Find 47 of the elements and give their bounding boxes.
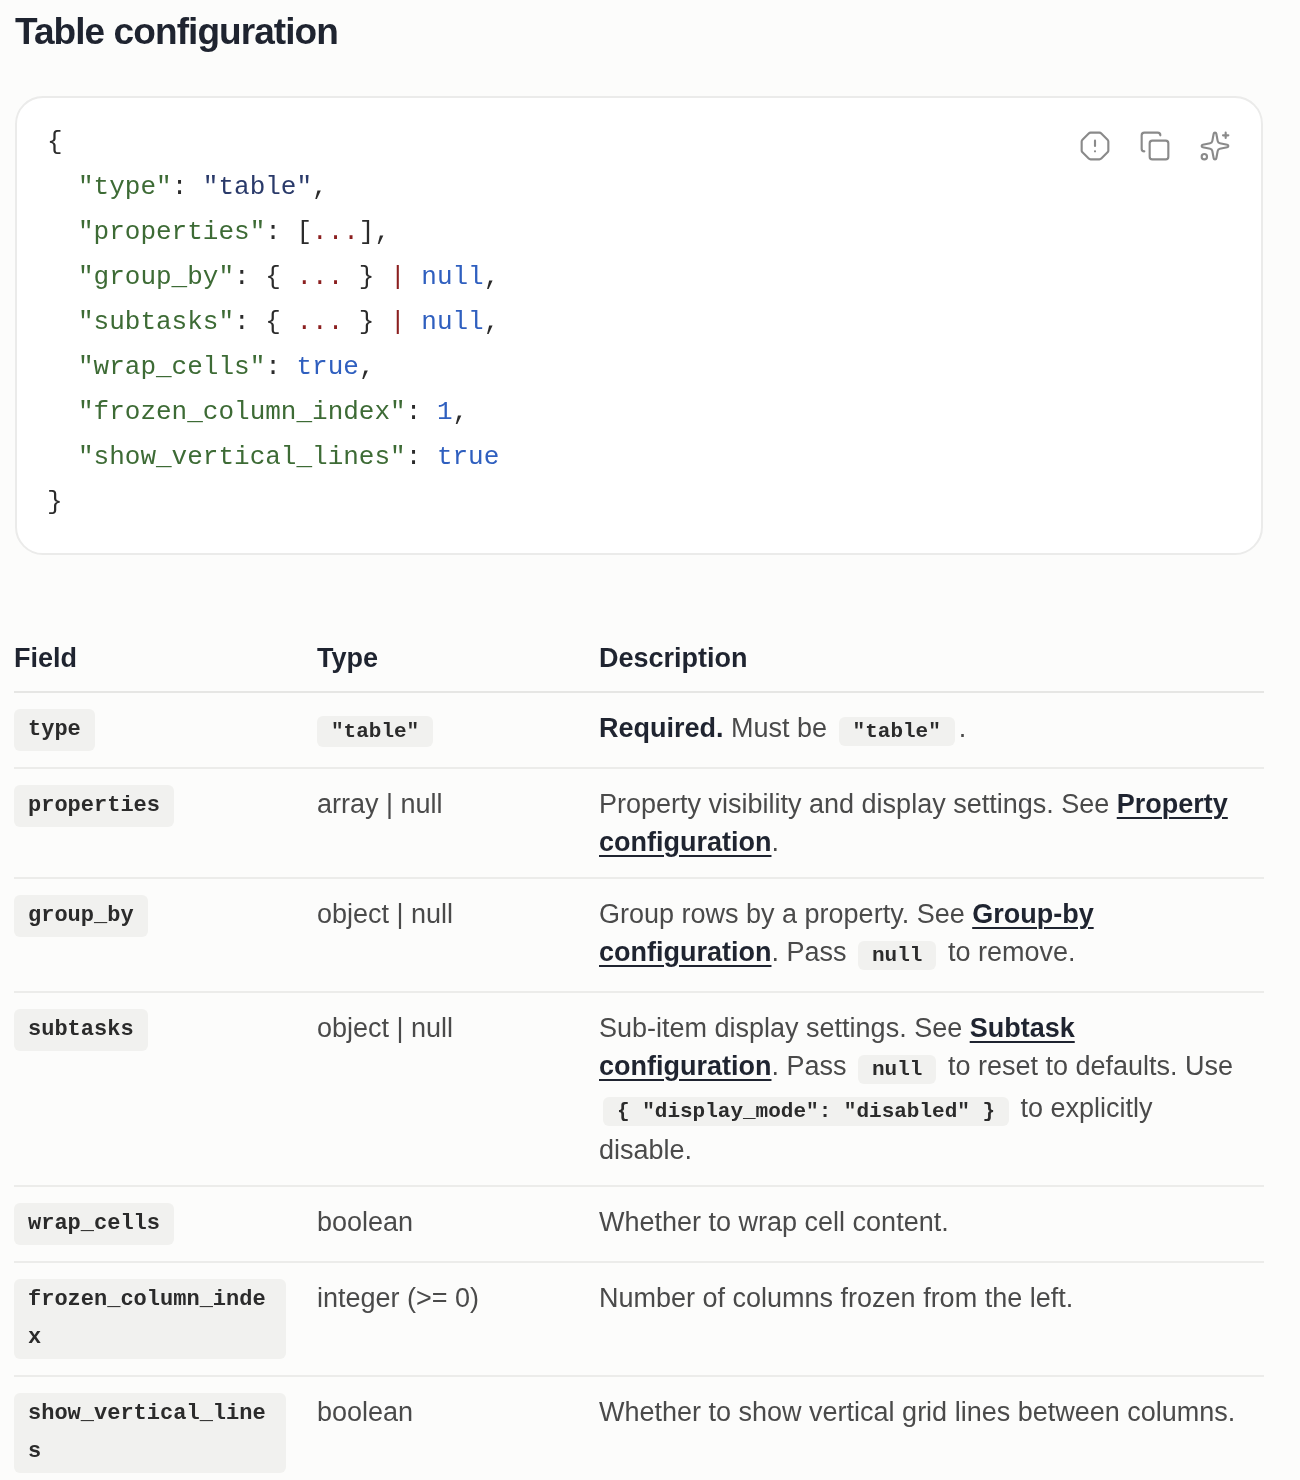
field-code: frozen_column_index xyxy=(14,1278,286,1359)
type-text: boolean xyxy=(317,1396,414,1427)
code-line: { xyxy=(47,125,63,159)
report-icon[interactable] xyxy=(1079,129,1111,162)
code-line: "type": "table", xyxy=(78,170,328,204)
code-line: "show_vertical_lines": true xyxy=(78,440,500,474)
doc-link[interactable]: Group-by xyxy=(972,898,1094,929)
field-description: Whether to wrap cell content. xyxy=(599,1205,950,1239)
type-code: "table" xyxy=(317,715,434,747)
page-title: Table configuration xyxy=(14,10,339,54)
doc-link[interactable]: configuration xyxy=(599,936,772,967)
code-line: } xyxy=(47,485,63,519)
type-text: array | null xyxy=(317,788,443,819)
type-text: object | null xyxy=(317,1012,454,1043)
field-description: Required. Must be "table" . xyxy=(599,708,1251,751)
type-text: integer (>= 0) xyxy=(317,1282,480,1313)
field-description: Number of columns frozen from the left. xyxy=(599,1281,1075,1315)
field-code: group_by xyxy=(14,894,148,937)
field-code: properties xyxy=(14,784,175,827)
doc-link[interactable]: configuration xyxy=(599,1050,772,1081)
field-code: type xyxy=(14,708,95,751)
type-text: boolean xyxy=(317,1206,414,1237)
column-header: Description xyxy=(599,641,749,675)
code-line: "frozen_column_index": 1, xyxy=(78,395,469,429)
code-line: "subtasks": { ... } | null, xyxy=(78,305,500,339)
doc-link[interactable]: Property xyxy=(1116,788,1228,819)
field-description: Property visibility and display settings. See Property configuration. xyxy=(599,787,1229,859)
column-header: Type xyxy=(317,641,379,675)
field-code: show_vertical_lines xyxy=(14,1392,286,1473)
inline-code: "table" xyxy=(838,716,955,746)
inline-code: { "display_mode": "disabled" } xyxy=(603,1096,1010,1126)
code-line: "properties": [...], xyxy=(78,215,391,249)
field-description: Sub-item display settings. See Subtask configuration. Pass null to reset to defaults. Use { "display_mode": "disabled" } to explicitly disable. xyxy=(599,1011,1235,1167)
inline-code: null xyxy=(858,940,937,970)
field-description: Group rows by a property. See Group-by configuration. Pass null to remove. xyxy=(599,894,1251,975)
type-text: object | null xyxy=(317,898,454,929)
doc-link[interactable]: Subtask xyxy=(969,1012,1075,1043)
copy-icon[interactable] xyxy=(1139,129,1171,162)
sparkle-icon[interactable] xyxy=(1199,129,1231,162)
field-description: Whether to show vertical grid lines between columns. xyxy=(599,1395,1237,1429)
column-header: Field xyxy=(14,641,78,675)
code-line: "group_by": { ... } | null, xyxy=(78,260,500,294)
code-line: "wrap_cells": true, xyxy=(78,350,375,384)
field-code: wrap_cells xyxy=(14,1202,175,1245)
field-code: subtasks xyxy=(14,1008,148,1051)
inline-code: null xyxy=(858,1054,937,1084)
doc-link[interactable]: configuration xyxy=(599,826,772,857)
